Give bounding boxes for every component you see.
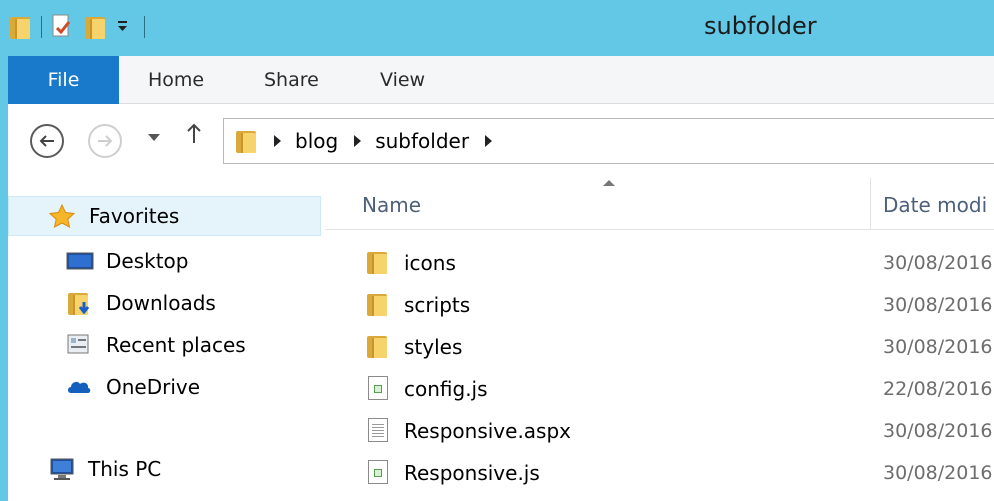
column-divider[interactable] xyxy=(870,178,871,230)
table-row[interactable]: Responsive.aspx 30/08/2016 xyxy=(325,410,994,452)
folder-icon xyxy=(365,292,391,318)
sidebar-item-label: Downloads xyxy=(106,291,216,315)
column-header-row: Name Date modi xyxy=(325,178,994,230)
recent-places-icon xyxy=(66,333,92,357)
computer-icon xyxy=(48,457,74,481)
table-row[interactable]: icons 30/08/2016 xyxy=(325,242,994,284)
javascript-file-icon xyxy=(365,376,391,402)
breadcrumb-separator-icon[interactable] xyxy=(485,135,493,147)
toolbar-separator xyxy=(41,16,42,38)
table-row[interactable]: Responsive.js 30/08/2016 xyxy=(325,452,994,494)
up-arrow-icon[interactable] xyxy=(186,122,202,150)
file-name: icons xyxy=(404,251,456,275)
file-date: 30/08/2016 xyxy=(883,294,993,316)
sort-ascending-icon xyxy=(603,180,615,186)
file-name: Responsive.aspx xyxy=(404,419,572,443)
tab-view[interactable]: View xyxy=(380,56,425,104)
column-header-name[interactable]: Name xyxy=(362,193,421,217)
nav-item-this-pc[interactable]: This PC xyxy=(48,450,161,488)
table-row[interactable]: styles 30/08/2016 xyxy=(325,326,994,368)
file-date: 30/08/2016 xyxy=(883,420,993,442)
explorer-window: subfolder File Home Share View blog subf… xyxy=(0,0,994,501)
toolbar-separator xyxy=(144,16,145,38)
nav-item-favorites[interactable]: Favorites xyxy=(8,196,321,236)
folder-icon xyxy=(365,334,391,360)
file-name: config.js xyxy=(404,377,488,401)
desktop-icon xyxy=(66,249,94,273)
nav-item-downloads[interactable]: Downloads xyxy=(66,284,216,322)
column-header-date-modified[interactable]: Date modi xyxy=(883,193,987,217)
file-name: Responsive.js xyxy=(404,461,540,485)
text-file-icon xyxy=(365,418,391,444)
quick-access-toolbar xyxy=(8,10,154,44)
sidebar-item-label: Desktop xyxy=(106,249,189,273)
sidebar-item-label: Recent places xyxy=(106,333,246,357)
location-folder-icon xyxy=(234,129,258,153)
sidebar-item-label: This PC xyxy=(88,457,162,481)
folder-icon[interactable] xyxy=(8,15,32,39)
ribbon-tabs: File Home Share View xyxy=(8,56,994,104)
file-date: 30/08/2016 xyxy=(883,462,993,484)
recent-locations-dropdown-icon[interactable] xyxy=(148,134,160,141)
table-row[interactable]: scripts 30/08/2016 xyxy=(325,284,994,326)
downloads-icon xyxy=(66,291,92,315)
navigation-bar: blog subfolder xyxy=(8,104,994,178)
tab-home[interactable]: Home xyxy=(148,56,204,104)
file-date: 30/08/2016 xyxy=(883,336,993,358)
tab-share[interactable]: Share xyxy=(264,56,319,104)
window-title: subfolder xyxy=(704,12,817,40)
file-date: 22/08/2016 xyxy=(883,378,993,400)
file-name: styles xyxy=(404,335,463,359)
file-name: scripts xyxy=(404,293,471,317)
breadcrumb-separator-icon[interactable] xyxy=(354,135,362,147)
customize-dropdown-icon[interactable] xyxy=(115,16,135,38)
title-bar: subfolder xyxy=(0,0,994,56)
new-folder-icon[interactable] xyxy=(83,15,107,39)
navigation-pane: Favorites Desktop Downloads Recent place… xyxy=(8,178,325,501)
table-row[interactable]: config.js 22/08/2016 xyxy=(325,368,994,410)
javascript-file-icon xyxy=(365,460,391,486)
favorites-label: Favorites xyxy=(89,204,180,228)
breadcrumb-blog[interactable]: blog xyxy=(295,129,338,153)
breadcrumb-separator-icon[interactable] xyxy=(274,135,281,147)
address-bar[interactable]: blog subfolder xyxy=(223,118,994,164)
nav-item-desktop[interactable]: Desktop xyxy=(66,242,188,280)
properties-icon[interactable] xyxy=(51,14,73,40)
star-icon xyxy=(48,203,76,228)
file-list-pane: Name Date modi icons 30/08/2016 scripts … xyxy=(325,178,994,501)
tab-file[interactable]: File xyxy=(8,56,119,104)
onedrive-cloud-icon xyxy=(66,375,92,399)
file-date: 30/08/2016 xyxy=(883,252,993,274)
forward-arrow-icon[interactable] xyxy=(88,124,122,158)
sidebar-item-label: OneDrive xyxy=(106,375,201,399)
nav-item-onedrive[interactable]: OneDrive xyxy=(66,368,200,406)
folder-icon xyxy=(365,250,391,276)
nav-item-recent-places[interactable]: Recent places xyxy=(66,326,246,364)
back-arrow-icon[interactable] xyxy=(30,124,64,158)
breadcrumb-subfolder[interactable]: subfolder xyxy=(375,129,469,153)
